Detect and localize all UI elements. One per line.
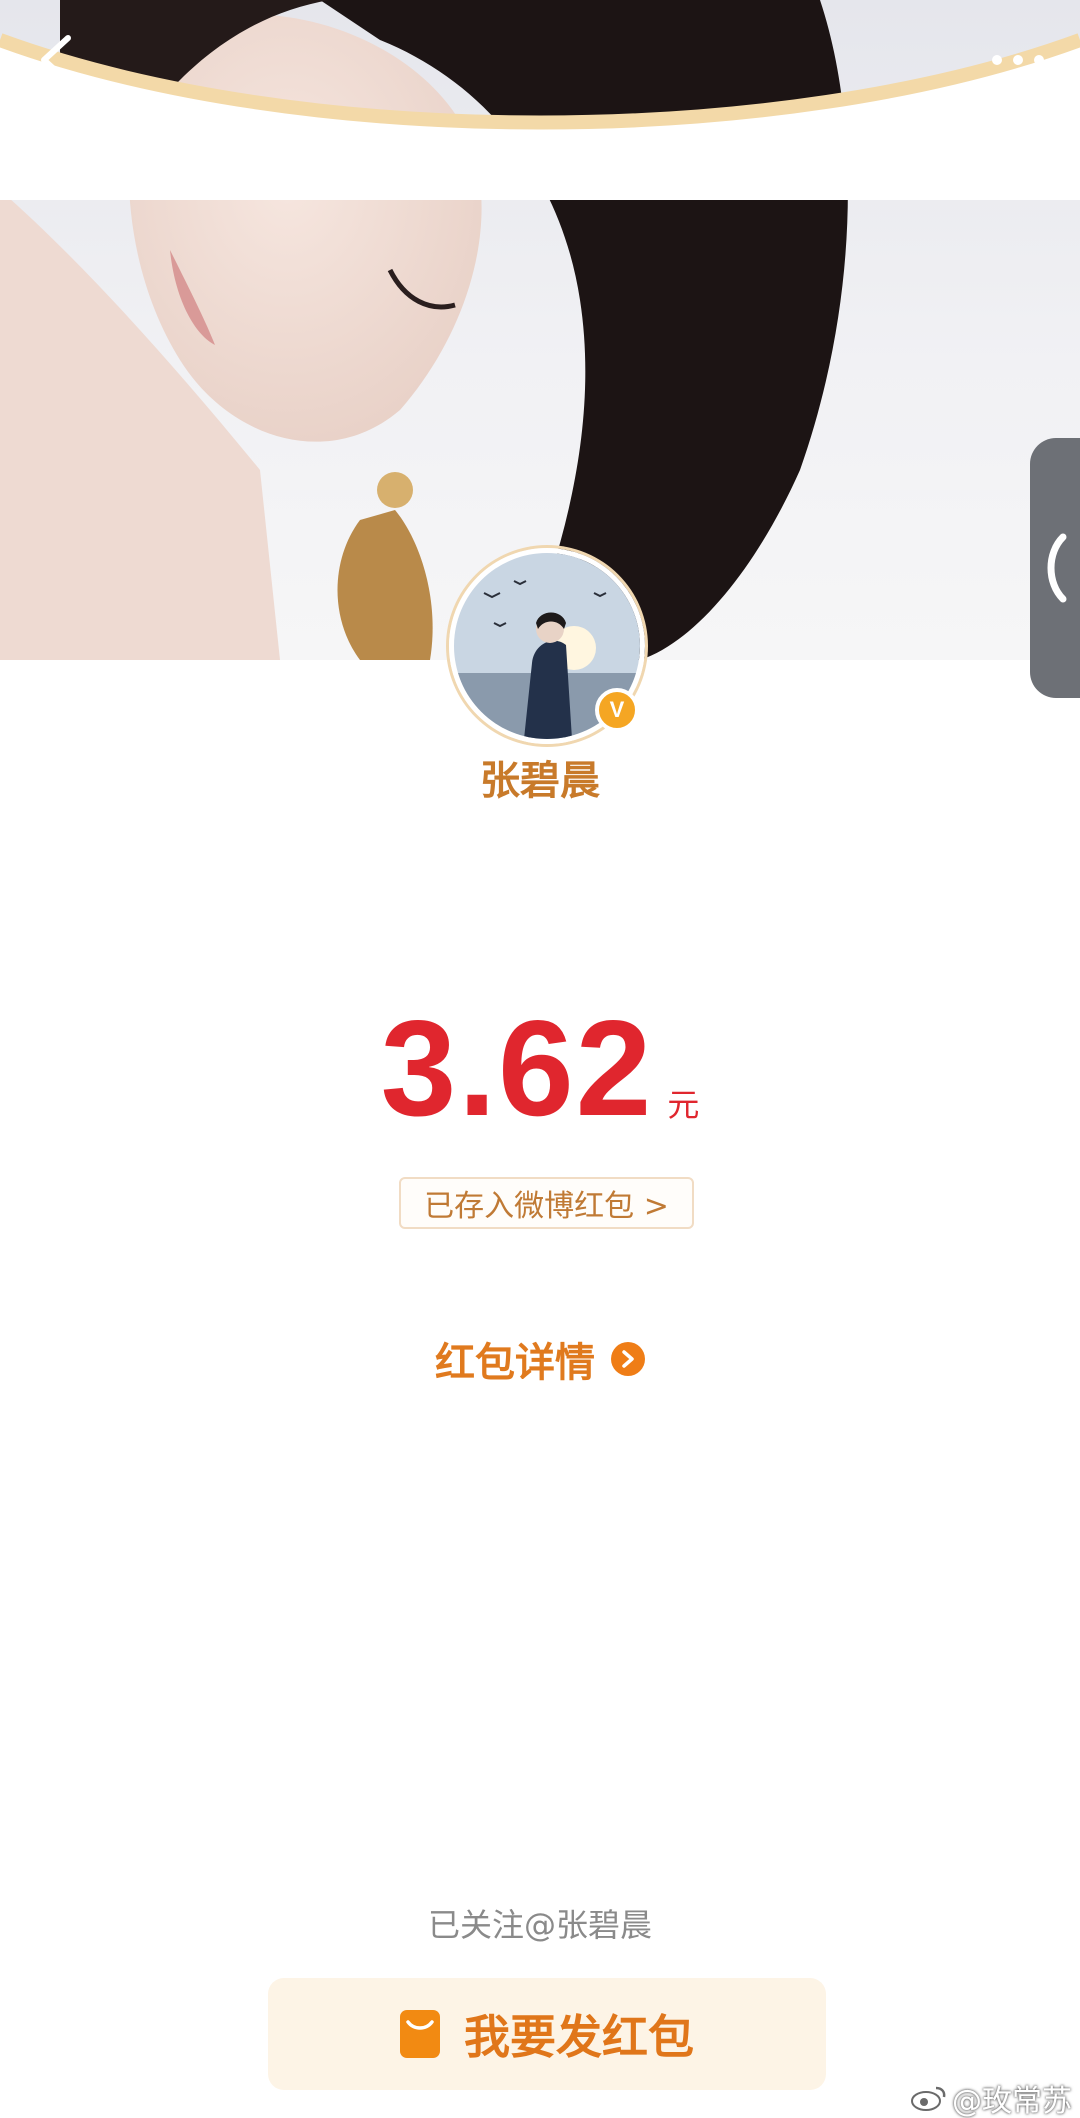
saved-to-wallet-link[interactable]: 已存入微博红包 > [399, 1177, 694, 1229]
chevron-left-icon [41, 35, 71, 85]
watermark: @玫常苏 [910, 2076, 1072, 2118]
redpacket-icon [400, 2010, 440, 2058]
redpacket-amount: 3.62 [380, 992, 654, 1144]
redpacket-amount-row: 3.62 元 [0, 1000, 1080, 1136]
watermark-text: @玫常苏 [952, 2084, 1072, 2118]
more-horizontal-icon [992, 55, 1044, 65]
followed-status-text: 已关注@张碧晨 [427, 1906, 652, 1944]
amount-unit: 元 [667, 1086, 700, 1124]
redpacket-detail-link[interactable]: 红包详情 [0, 1330, 1080, 1388]
verified-badge: V [595, 688, 639, 732]
side-panel-handle[interactable] [1030, 438, 1080, 698]
send-redpacket-label: 我要发红包 [464, 2010, 694, 2064]
sender-name[interactable]: 张碧晨 [0, 748, 1080, 806]
back-button[interactable] [20, 24, 92, 96]
chevron-left-icon [1047, 533, 1067, 603]
more-button[interactable] [978, 30, 1058, 90]
gold-curve-divider [0, 33, 1080, 200]
weibo-logo-icon [911, 2086, 946, 2111]
redpacket-detail-label: 红包详情 [435, 1340, 595, 1386]
send-redpacket-button[interactable]: 我要发红包 [268, 1978, 826, 2090]
arrow-right-circle-icon [611, 1342, 645, 1376]
